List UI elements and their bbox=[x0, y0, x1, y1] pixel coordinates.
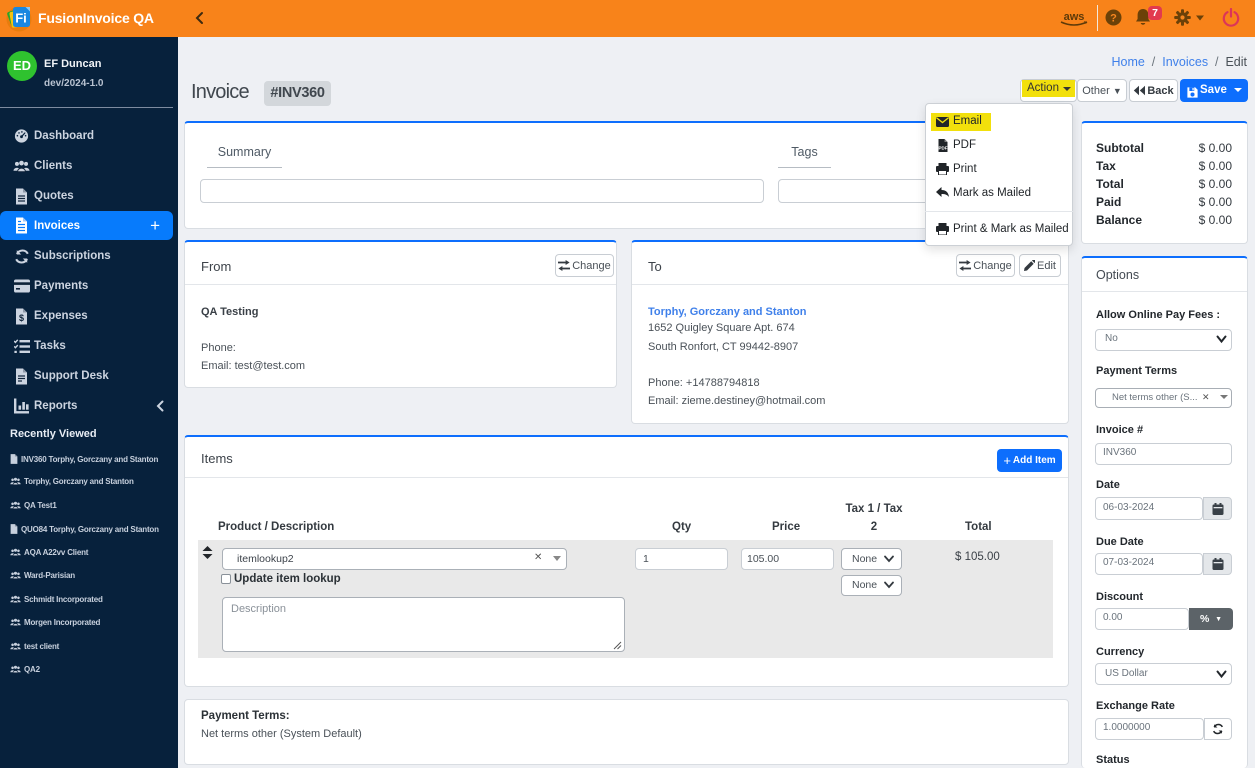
svg-text:?: ? bbox=[1110, 13, 1117, 25]
svg-text:aws: aws bbox=[1064, 11, 1085, 23]
svg-text:Fi: Fi bbox=[15, 11, 27, 26]
svg-text:$: $ bbox=[19, 313, 24, 323]
svg-text:PDF: PDF bbox=[939, 146, 948, 151]
